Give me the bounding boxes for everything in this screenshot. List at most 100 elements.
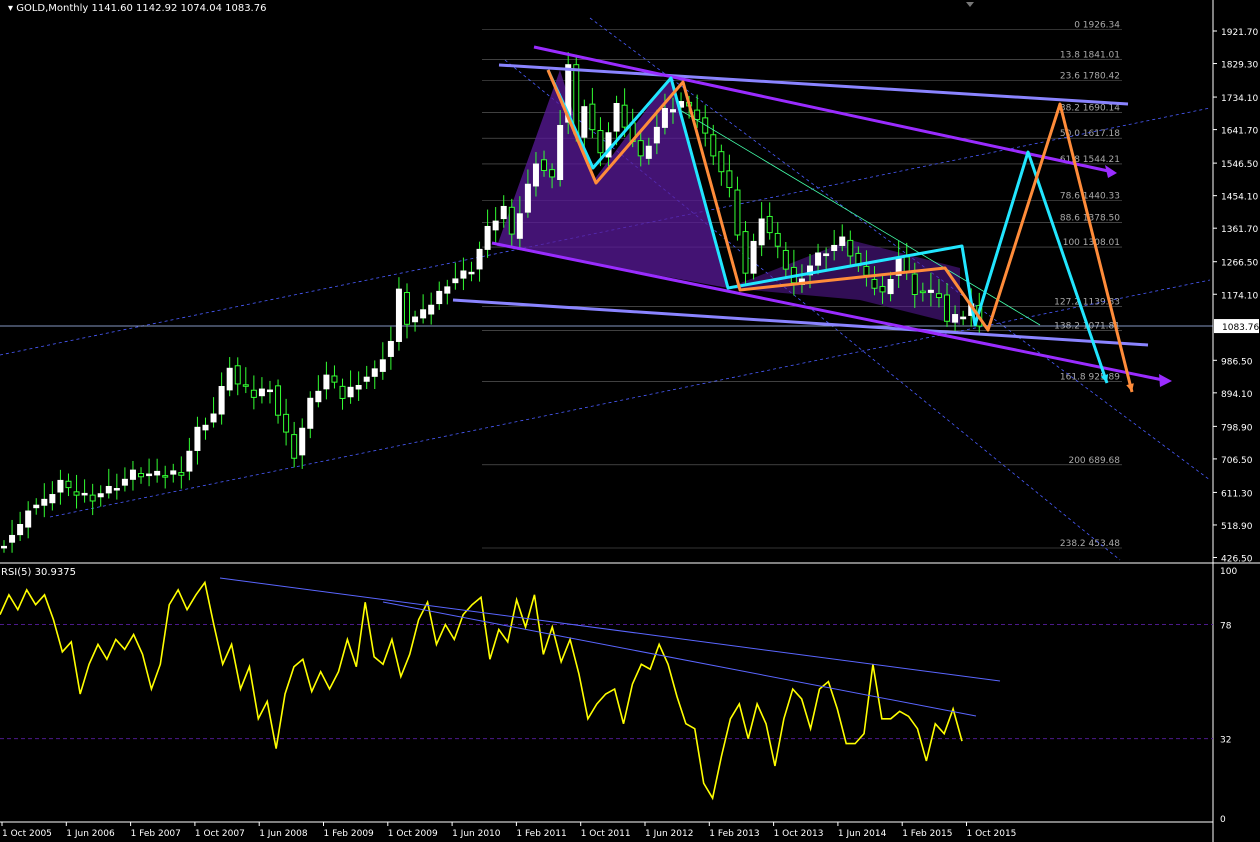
price-tick-label: 894.10	[1221, 390, 1253, 400]
candle-body	[573, 64, 580, 135]
price-tick-label: 611.30	[1221, 489, 1253, 499]
price-tick-label: 518.90	[1221, 522, 1253, 532]
price-tick-label: 1921.70	[1221, 28, 1258, 38]
candle-body	[935, 293, 942, 299]
candle-body	[944, 294, 951, 322]
candle-body	[363, 376, 370, 382]
time-tick-label: 1 Oct 2009	[388, 829, 438, 839]
time-tick-label: 1 Jun 2006	[66, 829, 115, 839]
candle-body	[637, 140, 644, 157]
ohlc-values: 1141.60 1142.92 1074.04 1083.76	[91, 3, 267, 14]
price-tick-label: 798.90	[1221, 423, 1253, 433]
time-tick-label: 1 Feb 2011	[516, 829, 566, 839]
price-tick-label: 986.50	[1221, 357, 1253, 367]
candle-body	[105, 485, 112, 494]
candle-body	[89, 494, 96, 502]
candle-body	[420, 309, 427, 319]
time-tick-label: 1 Oct 2013	[774, 829, 824, 839]
candle-body	[307, 397, 314, 429]
candle-body	[532, 163, 539, 187]
gold-monthly-chart[interactable]: 1921.70 1829.30 1734.10 1641.70 1546.50 1454.…	[0, 0, 1260, 842]
candle-body	[460, 270, 467, 279]
price-tick-label: 1361.70	[1221, 225, 1258, 235]
candle-body	[428, 304, 435, 315]
price-tick-label: 1266.50	[1221, 259, 1258, 269]
candle-body	[758, 218, 765, 246]
symbol-dropdown-icon[interactable]: ▾	[8, 3, 13, 14]
candle-body	[275, 385, 282, 416]
candle-body	[589, 103, 596, 131]
candle-body	[734, 189, 741, 236]
candle-body	[508, 206, 515, 235]
rsi-tick-label: 0	[1220, 815, 1226, 825]
fib-level-label: 23.6 1780.42	[1060, 72, 1120, 82]
candle-body	[911, 273, 918, 295]
time-tick-label: 1 Feb 2015	[902, 829, 952, 839]
candle-body	[218, 386, 225, 415]
candle-body	[516, 213, 523, 239]
candle-body	[645, 145, 652, 159]
candle-body	[887, 278, 894, 295]
candle-body	[557, 124, 564, 180]
time-tick-label: 1 Oct 2011	[581, 829, 631, 839]
candle-body	[9, 534, 16, 543]
candle-body	[847, 239, 854, 257]
candle-body	[194, 426, 201, 451]
candle-body	[250, 389, 257, 398]
price-tick-label: 426.50	[1221, 555, 1253, 565]
price-tick-label: 1546.50	[1221, 160, 1258, 170]
candle-body	[524, 183, 531, 213]
candle-body	[73, 491, 80, 496]
candle-body	[323, 374, 330, 390]
candle-body	[476, 248, 483, 270]
fib-level-label: 0 1926.34	[1074, 20, 1120, 30]
time-tick-label: 1 Feb 2007	[131, 829, 181, 839]
candle-body	[266, 389, 273, 393]
candle-body	[339, 385, 346, 399]
candle-body	[742, 231, 749, 274]
candle-body	[226, 367, 233, 391]
current-price-label: 1083.76	[1222, 323, 1259, 333]
candle-body	[202, 424, 209, 431]
candle-body	[49, 494, 56, 504]
rsi-tick-label: 32	[1220, 736, 1231, 746]
candle-body	[17, 524, 24, 536]
fib-level-label: 78.6 1440.33	[1060, 192, 1120, 202]
time-tick-label: 1 Jun 2008	[259, 829, 308, 839]
fib-level-label: 161.8 925.89	[1060, 373, 1120, 383]
fib-level-label: 238.2 453.48	[1060, 539, 1120, 549]
time-tick-label: 1 Jun 2010	[452, 829, 501, 839]
rsi-value: 30.9375	[34, 567, 76, 578]
symbol-name: GOLD,Monthly	[16, 3, 89, 14]
candle-body	[444, 286, 451, 294]
candle-body	[57, 479, 64, 493]
rsi-name: RSI(5)	[1, 567, 32, 578]
candle-body	[831, 244, 838, 252]
candle-body	[138, 473, 145, 478]
price-tick-label: 1174.10	[1221, 291, 1258, 301]
candle-body	[186, 450, 193, 472]
rsi-header: RSI(5) 30.9375	[1, 567, 76, 578]
candle-body	[653, 126, 660, 144]
price-tick-label: 1641.70	[1221, 127, 1258, 137]
candle-body	[839, 236, 846, 246]
candle-body	[766, 215, 773, 234]
candle-body	[299, 427, 306, 456]
time-tick-label: 1 Feb 2009	[324, 829, 375, 839]
candle-body	[129, 469, 136, 480]
candle-body	[210, 413, 217, 423]
price-tick-label: 1454.10	[1221, 193, 1258, 203]
price-chart-svg[interactable]: 1921.70 1829.30 1734.10 1641.70 1546.50 1454.…	[0, 0, 1260, 842]
candle-body	[387, 340, 394, 357]
candle-body	[484, 225, 491, 250]
candle-body	[500, 205, 507, 220]
candle-body	[952, 314, 959, 323]
time-tick-label: 1 Oct 2015	[967, 829, 1017, 839]
candle-body	[452, 278, 459, 284]
candle-body	[371, 368, 378, 377]
candle-body	[412, 316, 419, 323]
candle-body	[113, 488, 120, 491]
candle-body	[823, 253, 830, 257]
candle-body	[331, 375, 338, 383]
candle-body	[661, 108, 668, 128]
